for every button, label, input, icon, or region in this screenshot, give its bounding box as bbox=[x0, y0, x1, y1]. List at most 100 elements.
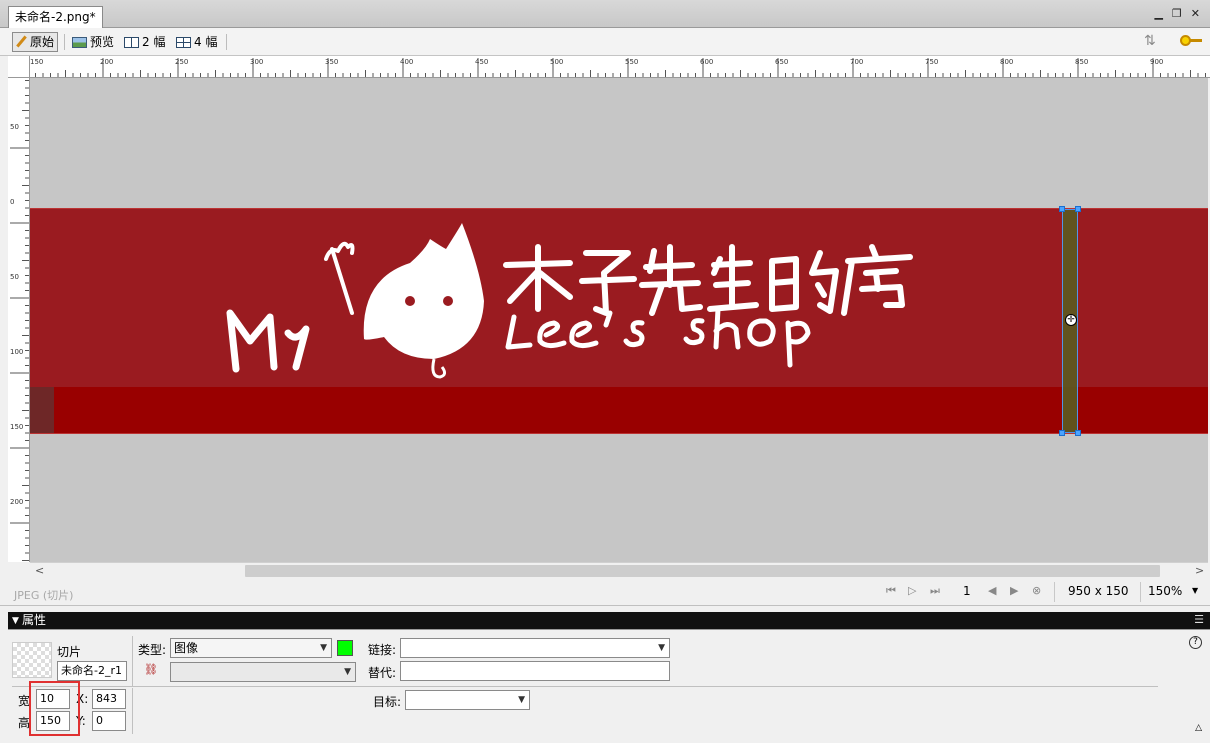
ruler-top-label: 550 bbox=[625, 58, 639, 66]
slice-label: 切片 bbox=[57, 645, 82, 659]
properties-panel: 切片 未命名-2_r1 类型: 图像 ▼ ▼ 链接: ▼ 替代: 宽 10 X:… bbox=[8, 629, 1210, 743]
slice-handle[interactable] bbox=[1075, 430, 1081, 436]
horizontal-scrollbar[interactable]: < > bbox=[30, 562, 1208, 578]
status-divider bbox=[1140, 582, 1141, 602]
close-icon[interactable]: ✕ bbox=[1191, 7, 1200, 20]
slice-name-field[interactable]: 未命名-2_r1 bbox=[57, 661, 127, 681]
ruler-top-label: 400 bbox=[400, 58, 414, 66]
status-divider bbox=[1054, 582, 1055, 602]
format-label: JPEG (切片) bbox=[14, 589, 74, 602]
four-up-view-button[interactable]: 4 幅 bbox=[174, 32, 220, 52]
target-label: 目标: bbox=[373, 695, 402, 709]
ruler-top-label: 800 bbox=[1000, 58, 1014, 66]
last-frame-icon[interactable]: ⏭ bbox=[930, 584, 940, 598]
vertical-ruler: 50 0 50 100 150 200 bbox=[8, 78, 30, 562]
properties-title: 属性 bbox=[22, 613, 47, 627]
frame-number: 1 bbox=[963, 584, 971, 598]
type-select[interactable]: 图像 ▼ bbox=[170, 638, 332, 658]
chevron-down-icon: ▼ bbox=[518, 695, 525, 705]
four-up-view-label: 4 幅 bbox=[194, 35, 218, 49]
banner-image bbox=[30, 208, 1208, 434]
link-select: ▼ bbox=[170, 662, 356, 682]
ruler-left-label: 50 bbox=[10, 123, 19, 131]
first-frame-icon[interactable]: ⏮ bbox=[886, 584, 896, 598]
slice-handle[interactable] bbox=[1075, 206, 1081, 212]
preview-view-label: 预览 bbox=[90, 35, 115, 49]
horizontal-ruler: 150 200 250 300 350 400 450 500 550 600 … bbox=[8, 56, 1210, 78]
toolbar-divider bbox=[64, 34, 65, 50]
target-select[interactable]: ▼ bbox=[405, 690, 530, 710]
alt-label: 替代: bbox=[368, 666, 397, 680]
link-chain-icon: ⛓ bbox=[144, 663, 158, 676]
ruler-top-label: 850 bbox=[1075, 58, 1089, 66]
ruler-top-label: 500 bbox=[550, 58, 564, 66]
document-canvas[interactable]: ✛ bbox=[30, 78, 1208, 562]
view-toolbar: 原始 预览 2 幅 4 幅 ⇅ bbox=[0, 28, 1210, 56]
panel-menu-icon[interactable]: ☰ bbox=[1194, 612, 1204, 628]
four-pane-icon bbox=[176, 36, 191, 48]
ruler-top-label: 900 bbox=[1150, 58, 1164, 66]
window-controls: ▁ ❐ ✕ bbox=[1154, 7, 1200, 20]
slice-handle[interactable] bbox=[1059, 206, 1065, 212]
help-icon[interactable]: ? bbox=[1189, 636, 1202, 649]
document-tab[interactable]: 未命名-2.png* bbox=[8, 6, 103, 28]
chevron-down-icon: ▼ bbox=[320, 643, 327, 653]
type-label: 类型: bbox=[138, 643, 167, 657]
prev-frame-icon[interactable]: ◀ bbox=[988, 584, 996, 597]
chevron-down-icon[interactable]: ▼ bbox=[1192, 586, 1198, 595]
ruler-top-label: 150 bbox=[30, 58, 44, 66]
link-label: 链接: bbox=[368, 643, 397, 657]
two-pane-icon bbox=[124, 36, 139, 48]
pencil-icon bbox=[15, 36, 27, 48]
ruler-top-label: 750 bbox=[925, 58, 939, 66]
alt-input[interactable] bbox=[400, 661, 670, 681]
stop-icon[interactable]: ⊗ bbox=[1032, 584, 1041, 597]
status-bar: JPEG (切片) ⏮ ▷ ⏭ 1 ◀ ▶ ⊗ 950 x 150 150% ▼ bbox=[0, 578, 1210, 606]
panel-divider bbox=[132, 636, 133, 686]
scroll-left-icon[interactable]: < bbox=[35, 564, 44, 577]
properties-panel-header[interactable]: ▼ 属性 ☰ bbox=[8, 612, 1210, 629]
ruler-top-label: 600 bbox=[700, 58, 714, 66]
shop-logo bbox=[226, 223, 913, 379]
restore-icon[interactable]: ❐ bbox=[1172, 7, 1182, 20]
toolbar-divider bbox=[226, 34, 227, 50]
original-view-label: 原始 bbox=[30, 35, 55, 49]
ruler-top-label: 350 bbox=[325, 58, 339, 66]
ruler-corner bbox=[8, 56, 30, 78]
zoom-level[interactable]: 150% bbox=[1148, 584, 1182, 598]
ruler-left-label: 200 bbox=[10, 498, 24, 506]
ruler-top-label: 650 bbox=[775, 58, 789, 66]
collapse-triangle-icon[interactable]: ▼ bbox=[12, 613, 19, 629]
slice-handle[interactable] bbox=[1059, 430, 1065, 436]
sort-disabled-icon: ⇅ bbox=[1144, 33, 1156, 49]
slice-thumbnail bbox=[12, 642, 52, 678]
ruler-top-label: 450 bbox=[475, 58, 489, 66]
play-icon[interactable]: ▷ bbox=[908, 584, 916, 597]
ruler-left-label: 150 bbox=[10, 423, 24, 431]
ruler-top-label: 250 bbox=[175, 58, 189, 66]
image-dimensions: 950 x 150 bbox=[1068, 584, 1129, 598]
type-select-value: 图像 bbox=[174, 641, 199, 655]
y-field[interactable]: 0 bbox=[92, 711, 126, 731]
panel-divider bbox=[12, 686, 1158, 687]
minimize-icon[interactable]: ▁ bbox=[1154, 7, 1162, 20]
move-handle-icon[interactable]: ✛ bbox=[1065, 314, 1077, 326]
key-icon[interactable] bbox=[1180, 33, 1204, 49]
scrollbar-thumb[interactable] bbox=[245, 565, 1160, 577]
ruler-top-label: 300 bbox=[250, 58, 264, 66]
link-input[interactable]: ▼ bbox=[400, 638, 670, 658]
collapse-panel-icon[interactable]: △ bbox=[1195, 723, 1202, 733]
ruler-left-label: 0 bbox=[10, 198, 15, 206]
two-up-view-button[interactable]: 2 幅 bbox=[122, 32, 168, 52]
next-frame-icon[interactable]: ▶ bbox=[1010, 584, 1018, 597]
ruler-left-label: 100 bbox=[10, 348, 24, 356]
highlight-box bbox=[29, 681, 80, 736]
original-view-button[interactable]: 原始 bbox=[12, 32, 59, 52]
two-up-view-label: 2 幅 bbox=[142, 35, 166, 49]
slice-color-swatch[interactable] bbox=[337, 640, 353, 656]
scroll-right-icon[interactable]: > bbox=[1195, 564, 1204, 577]
ruler-top-label: 200 bbox=[100, 58, 114, 66]
x-field[interactable]: 843 bbox=[92, 689, 126, 709]
preview-view-button[interactable]: 预览 bbox=[70, 32, 117, 52]
ruler-top-label: 700 bbox=[850, 58, 864, 66]
